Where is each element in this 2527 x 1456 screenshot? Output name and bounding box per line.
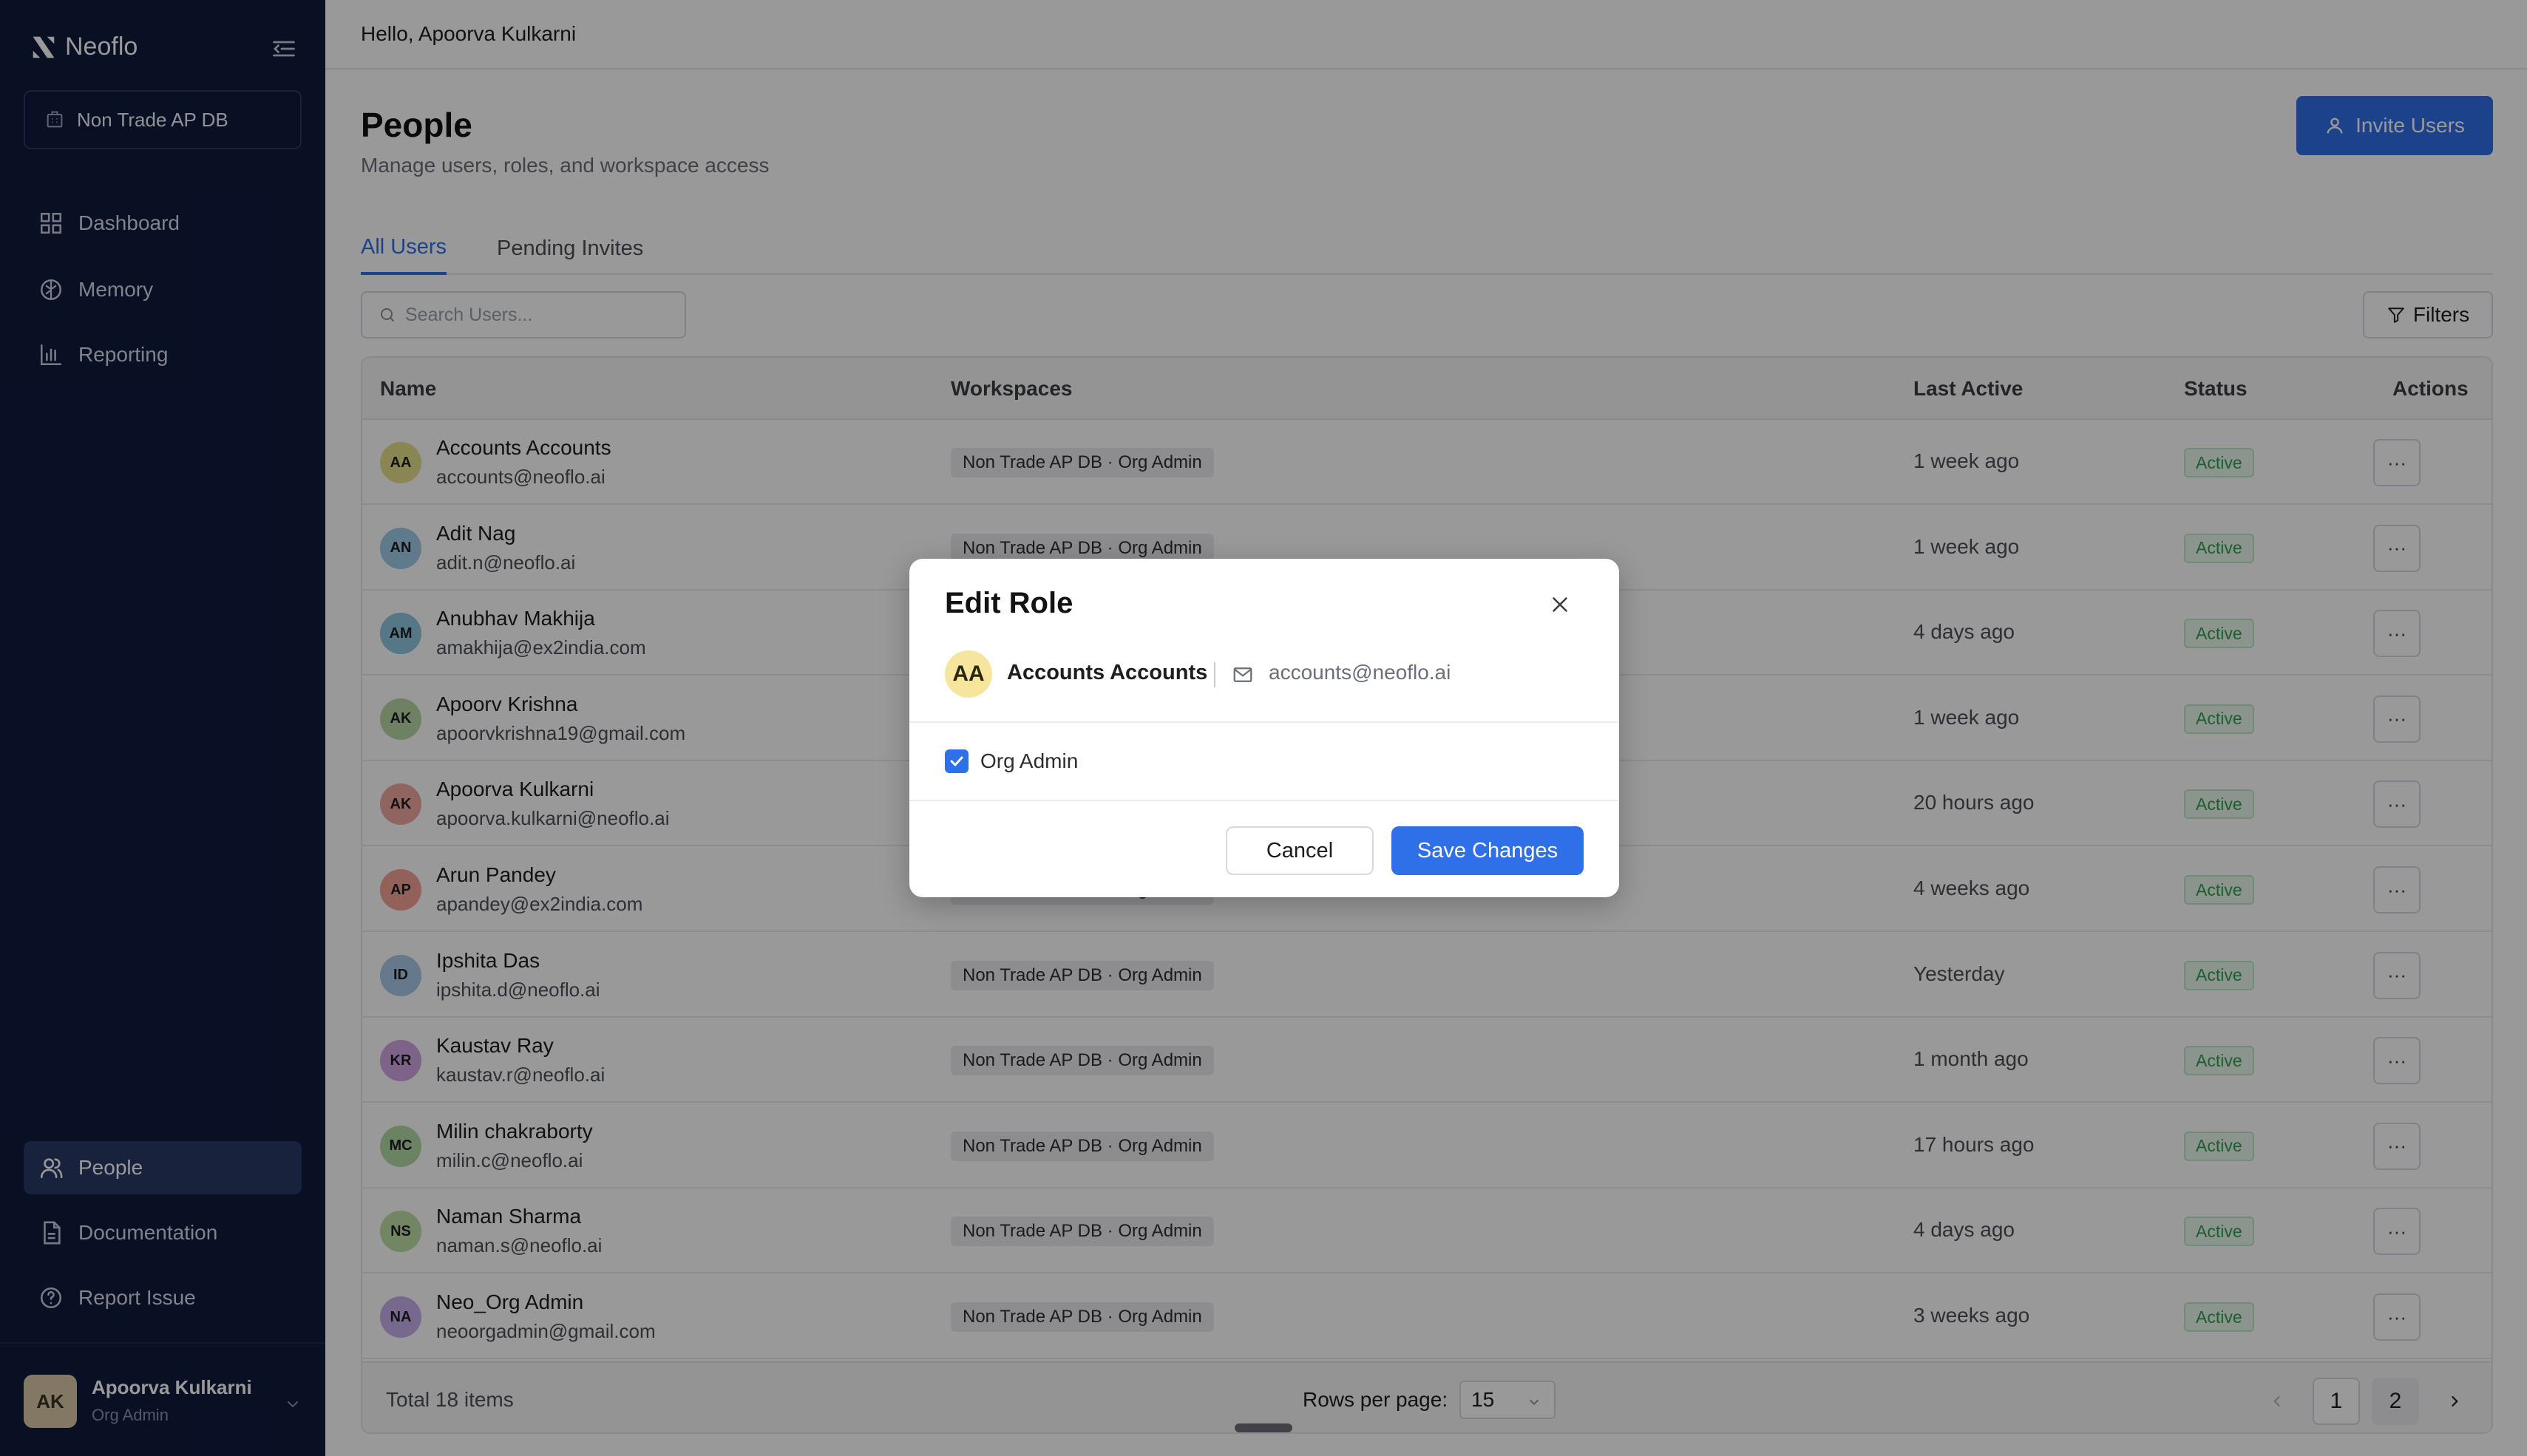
avatar: AA [945,650,992,698]
edit-role-dialog: Edit Role AA Accounts Accounts accounts@… [909,559,1619,897]
divider [1214,662,1215,687]
dialog-title: Edit Role [945,587,1073,619]
save-changes-button[interactable]: Save Changes [1391,826,1584,875]
dialog-user-name: Accounts Accounts [1007,661,1208,684]
cancel-button[interactable]: Cancel [1226,826,1374,875]
mail-icon [1233,667,1252,682]
org-admin-label[interactable]: Org Admin [980,749,1078,773]
divider [909,721,1619,723]
divider [909,800,1619,801]
checkmark-icon [950,756,963,766]
dialog-user-email: accounts@neoflo.ai [1269,661,1451,684]
close-icon [1553,597,1567,612]
close-button[interactable] [1544,588,1576,621]
org-admin-checkbox[interactable] [945,749,969,773]
